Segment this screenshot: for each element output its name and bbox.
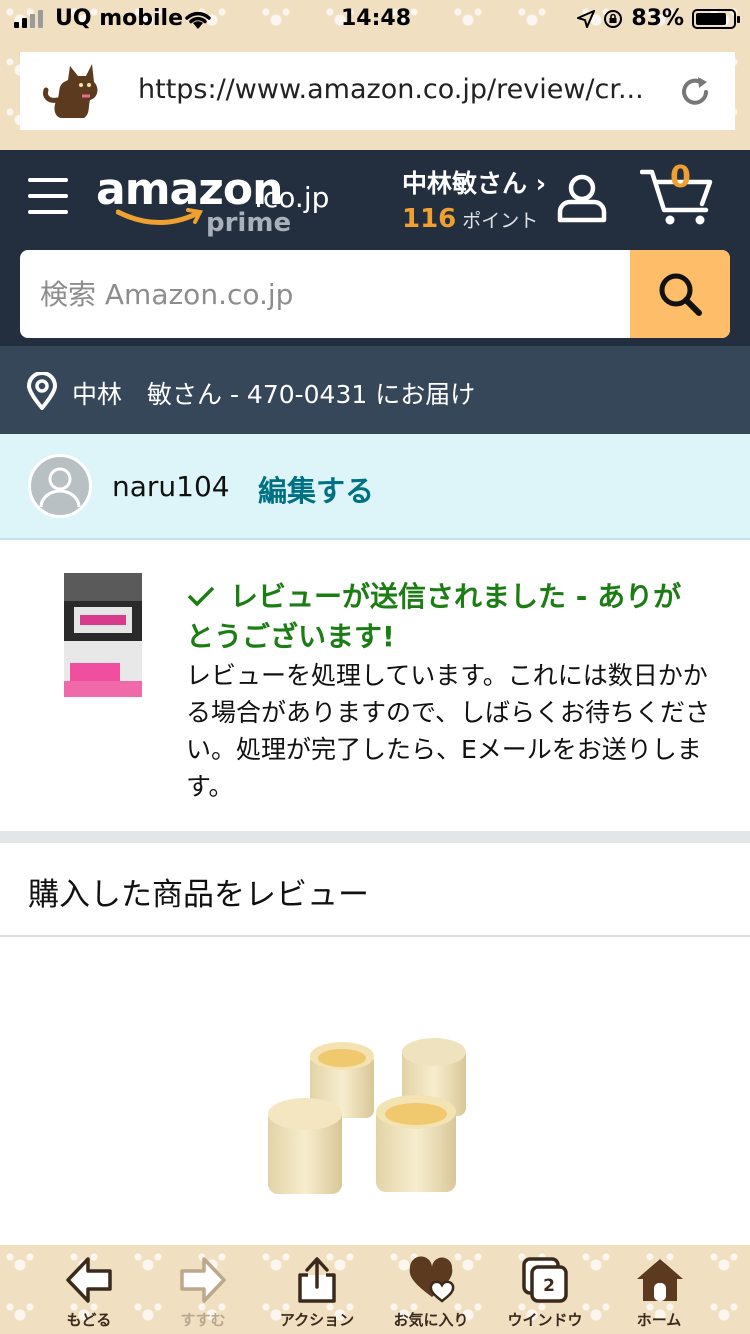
browser-toolbar: もどる すすむ アクション お気に入り 2 ウインドウ ホーム	[0, 1245, 750, 1334]
back-arrow-icon	[66, 1257, 112, 1303]
carrier-name: UQ mobile	[55, 6, 184, 31]
book-cover-thumbnail[interactable]	[64, 573, 142, 697]
forward-button[interactable]: すすむ	[148, 1245, 258, 1334]
location-arrow-icon	[577, 9, 596, 28]
default-avatar-icon	[39, 467, 81, 508]
review-purchased-header: 購入した商品をレビュー	[0, 843, 750, 937]
home-label: ホーム	[636, 1311, 682, 1329]
reviewer-profile-bar: naru104 編集する	[0, 434, 750, 540]
heart-icon	[409, 1256, 455, 1303]
favorites-button[interactable]: お気に入り	[376, 1245, 486, 1334]
avatar[interactable]	[28, 454, 92, 518]
home-button[interactable]: ホーム	[604, 1245, 714, 1334]
forward-label: すすむ	[180, 1311, 226, 1329]
rotation-lock-icon	[604, 9, 623, 28]
points-label: ポイント	[462, 210, 539, 232]
url-text[interactable]: https://www.amazon.co.jp/review/cr...	[138, 74, 658, 105]
windows-icon: 2	[522, 1257, 568, 1303]
delivery-location-bar[interactable]: 中林 敏さん - 470-0431 にお届け	[0, 346, 750, 434]
window-count: 2	[543, 1276, 555, 1296]
wifi-icon	[185, 11, 211, 29]
forward-arrow-icon	[180, 1257, 226, 1303]
cart-button[interactable]: 0	[639, 160, 714, 230]
battery-icon	[692, 8, 740, 29]
cat-icon	[43, 64, 98, 118]
edit-profile-link[interactable]: 編集する	[258, 468, 374, 510]
search-button[interactable]	[630, 250, 730, 338]
account-link[interactable]: 中林敏さん › 116 ポイント	[402, 164, 546, 234]
reviewer-name: naru104	[112, 470, 230, 503]
action-label: アクション	[279, 1311, 355, 1329]
review-confirmation: レビューが送信されました - ありがとうございます! レビューを処理しています。…	[0, 541, 750, 831]
location-pin-icon	[26, 372, 58, 410]
amazon-logo[interactable]: amazon .co.jp prime	[96, 164, 336, 244]
search-bar	[20, 250, 730, 338]
section-divider	[0, 831, 750, 843]
search-input[interactable]	[20, 250, 630, 338]
confirmation-title: レビューが送信されました - ありがとうございます!	[186, 577, 706, 657]
smile-arrow-icon	[116, 208, 203, 225]
cart-count: 0	[670, 160, 691, 195]
reload-icon[interactable]	[677, 74, 713, 110]
back-button[interactable]: もどる	[34, 1245, 144, 1334]
browser-chrome: UQ mobile 14:48 83% https://www.amazon.c…	[0, 0, 750, 150]
section-heading: 購入した商品をレビュー	[28, 877, 369, 913]
points-value: 116	[402, 204, 457, 234]
account-icon[interactable]	[556, 174, 608, 224]
favorites-label: お気に入り	[393, 1311, 469, 1329]
share-icon	[298, 1257, 336, 1303]
signal-icon	[14, 10, 43, 28]
confirmation-message: レビューを処理しています。これには数日かかる場合がありますので、しばらくお待ちく…	[186, 661, 711, 801]
amazon-header: amazon .co.jp prime 中林敏さん › 116 ポイント 0	[0, 150, 750, 346]
checkmark-icon	[187, 586, 215, 607]
confirmation-title-text: レビューが送信されました - ありがとうございます!	[186, 580, 682, 653]
back-label: もどる	[66, 1311, 112, 1329]
status-bar: UQ mobile 14:48 83%	[0, 0, 750, 40]
product-image[interactable]	[258, 1030, 478, 1210]
action-button[interactable]: アクション	[262, 1245, 372, 1334]
account-name: 中林敏さん ›	[402, 169, 547, 198]
window-label: ウインドウ	[507, 1311, 583, 1329]
menu-icon[interactable]	[28, 178, 68, 214]
logo-prime: prime	[206, 208, 292, 238]
window-button[interactable]: 2 ウインドウ	[490, 1245, 600, 1334]
battery-percent: 83%	[631, 6, 684, 31]
clock: 14:48	[341, 6, 412, 31]
home-icon	[637, 1259, 683, 1301]
address-bar[interactable]: https://www.amazon.co.jp/review/cr...	[20, 52, 735, 130]
search-icon	[659, 273, 702, 316]
delivery-address: 中林 敏さん - 470-0431 にお届け	[72, 380, 476, 409]
